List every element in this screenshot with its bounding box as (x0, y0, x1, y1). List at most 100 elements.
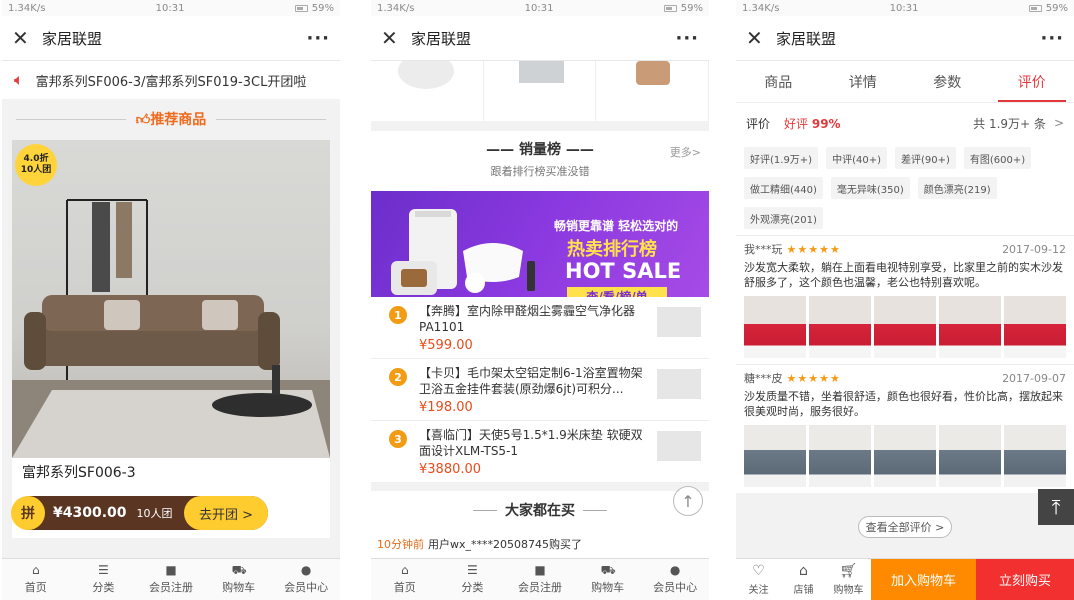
cart-icon: ⛟ (600, 563, 616, 577)
review-item: 糖***皮 ★★★★★ 2017-09-07 沙发质量不错，坐着很舒适，颜色也很好看，… (736, 364, 1074, 493)
close-icon[interactable]: ✕ (12, 26, 36, 50)
cart-icon: ⛟ (231, 563, 247, 577)
review-photo[interactable] (744, 425, 806, 487)
status-bar: 1.34K/s 10:31 59% (371, 0, 709, 16)
tab-home[interactable]: ⌂ 首页 (371, 559, 439, 600)
tab-label: 会员中心 (653, 581, 698, 594)
list-icon: ☰ (98, 563, 109, 577)
phone-reviews: 1.34K/s 10:31 59% ✕ 家居联盟 ··· 商品 详情 参数 评价 评价… (736, 0, 1074, 600)
ranking-item[interactable]: 2 【卡贝】毛巾架太空铝定制6-1浴室置物架 卫浴五金挂件套装(原劲爆6jt)可积… (371, 359, 709, 421)
ranking-item[interactable]: 1 【奔腾】室内除甲醛烟尘雾霾空气净化器PA1101 ¥599.00 (371, 297, 709, 359)
group-buy-bar[interactable]: 拼 ¥4300.00 10人团 去开团 > (11, 496, 268, 530)
review-tag[interactable]: 好评(1.9万+) (744, 147, 819, 169)
back-to-top-icon[interactable]: ⤒ (1038, 489, 1074, 525)
item-name: 【卡贝】毛巾架太空铝定制6-1浴室置物架 卫浴五金挂件套装(原劲爆6jt)可积分… (419, 366, 643, 396)
tab-user[interactable]: ● 会员中心 (272, 559, 340, 600)
tab-cart[interactable]: ⛟ 购物车 (574, 559, 642, 600)
tab-register[interactable]: ■ 会员注册 (506, 559, 574, 600)
thumbnail[interactable] (371, 53, 484, 121)
more-icon[interactable]: ··· (675, 28, 699, 49)
item-thumbnail[interactable] (657, 369, 701, 399)
rank-number: 1 (389, 306, 407, 324)
start-group-button[interactable]: 去开团 > (184, 496, 268, 530)
app-title: 家居联盟 (411, 29, 472, 48)
scroll-top-icon[interactable]: ↑ (673, 486, 703, 516)
tab-cart[interactable]: ⛟ 购物车 (205, 559, 273, 600)
follow-button[interactable]: ♡ 关注 (736, 559, 781, 600)
product-photo[interactable]: 4.0折 10人团 (12, 140, 330, 458)
view-all-reviews-button[interactable]: 查看全部评价 > (858, 516, 952, 538)
review-tag[interactable]: 毫无异味(350) (830, 177, 910, 199)
tab-params[interactable]: 参数 (905, 61, 990, 102)
tab-home[interactable]: ⌂ 首页 (2, 559, 70, 600)
review-list: 我***玩 ★★★★★ 2017-09-12 沙发宽大柔软，躺在上面看电视特别享受，比… (736, 235, 1074, 493)
close-icon[interactable]: ✕ (381, 26, 405, 50)
network-speed: 1.34K/s (377, 2, 415, 14)
screenshot-stage: 1.34K/s 10:31 59% ✕ 家居联盟 ··· 🔈︎ 富邦系列SF00… (0, 0, 1074, 600)
review-tag[interactable]: 外观漂亮(201) (744, 207, 823, 229)
cart-button[interactable]: 🛒︎ 购物车 (826, 559, 871, 600)
item-price: ¥198.00 (419, 400, 473, 415)
review-tag[interactable]: 中评(40+) (826, 147, 887, 169)
group-buy-icon: 拼 (11, 496, 45, 530)
list-icon: ☰ (467, 563, 478, 577)
cart-icon: 🛒︎ (839, 563, 858, 579)
review-photo[interactable] (874, 425, 936, 487)
purchase-text: 用户wx_****20508745购买了 (428, 538, 582, 551)
review-user-row: 糖***皮 ★★★★★ 2017-09-07 (744, 369, 1066, 387)
tab-list[interactable]: ☰ 分类 (70, 559, 138, 600)
thumbnail[interactable] (484, 61, 597, 121)
sofa-illustration (12, 199, 330, 458)
thumbnail-image (398, 53, 454, 89)
tab-product[interactable]: 商品 (736, 61, 821, 102)
star-rating: ★★★★★ (786, 242, 841, 256)
review-tag[interactable]: 有图(600+) (963, 147, 1032, 169)
review-summary[interactable]: 评价 好评 99% 共 1.9万+ 条 > (736, 103, 1074, 143)
add-to-cart-button[interactable]: 加入购物车 (871, 559, 976, 600)
more-link[interactable]: 更多> (670, 144, 701, 160)
divider (216, 118, 327, 120)
review-photo[interactable] (744, 296, 806, 358)
product-name: 富邦系列SF006-3 (22, 465, 136, 481)
review-tag[interactable]: 颜色漂亮(219) (917, 177, 997, 199)
review-photo[interactable] (1004, 425, 1066, 487)
tab-list[interactable]: ☰ 分类 (439, 559, 507, 600)
review-photo[interactable] (939, 425, 1001, 487)
close-icon[interactable]: ✕ (746, 26, 770, 50)
thumbnail[interactable] (596, 61, 709, 121)
more-icon[interactable]: ··· (1040, 28, 1064, 49)
hot-sale-banner[interactable]: 畅销更靠谱 轻松选对的 热卖排行榜 HOT SALE 查/看/榜/单 (371, 191, 709, 297)
product-card[interactable]: 4.0折 10人团 富邦系列SF006-3 拼 ¥4300.00 10人团 去开团… (11, 140, 330, 538)
tab-label: 分类 (92, 581, 115, 594)
shop-icon: ⌂ (799, 563, 808, 579)
review-tag[interactable]: 做工精细(440) (744, 177, 823, 199)
review-photo[interactable] (939, 296, 1001, 358)
tab-user[interactable]: ● 会员中心 (641, 559, 709, 600)
review-photo[interactable] (809, 296, 871, 358)
shop-button[interactable]: ⌂ 店铺 (781, 559, 826, 600)
item-thumbnail[interactable] (657, 431, 701, 461)
item-name: 【奔腾】室内除甲醛烟尘雾霾空气净化器PA1101 (419, 304, 636, 334)
more-icon[interactable]: ··· (306, 28, 330, 49)
ranking-title: —— 销量榜 —— (486, 142, 594, 158)
notice-bar[interactable]: 🔈︎ 富邦系列SF006-3/富邦系列SF019-3CL开团啦 (2, 61, 340, 99)
tab-register[interactable]: ■ 会员注册 (137, 559, 205, 600)
tab-reviews[interactable]: 评价 (990, 61, 1074, 102)
review-photo[interactable] (874, 296, 936, 358)
notice-text: 富邦系列SF006-3/富邦系列SF019-3CL开团啦 (35, 74, 307, 90)
tab-details[interactable]: 详情 (821, 61, 906, 102)
item-thumbnail[interactable] (657, 307, 701, 337)
recommend-title: 👍︎推荐商品 (135, 112, 207, 128)
review-item: 我***玩 ★★★★★ 2017-09-12 沙发宽大柔软，躺在上面看电视特别享受，比… (736, 235, 1074, 364)
banner-hot-sale: HOT SALE (565, 259, 682, 283)
buy-now-button[interactable]: 立刻购买 (976, 559, 1074, 600)
view-ranking-button[interactable]: 查/看/榜/单 (567, 287, 667, 297)
product-thumbnails (371, 53, 709, 121)
review-photo[interactable] (809, 425, 871, 487)
review-user-row: 我***玩 ★★★★★ 2017-09-12 (744, 240, 1066, 258)
ranking-item[interactable]: 3 【喜临门】天使5号1.5*1.9米床垫 软硬双面设计XLM-TS5-1 ¥388… (371, 421, 709, 483)
review-tag[interactable]: 差评(90+) (895, 147, 956, 169)
review-photo[interactable] (1004, 296, 1066, 358)
bottom-tabbar: ⌂ 首页 ☰ 分类 ■ 会员注册 ⛟ 购物车 ● 会员中心 (371, 558, 709, 600)
thumbnail-image (518, 61, 564, 83)
